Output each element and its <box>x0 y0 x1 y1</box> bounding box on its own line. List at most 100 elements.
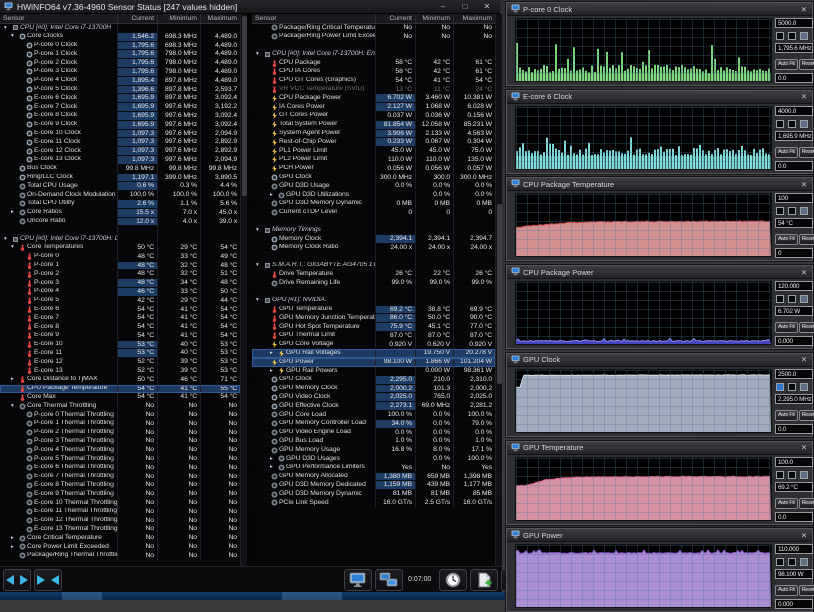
sensor-row[interactable]: PL1 Power Limit45.0 W45.0 W75.0 W <box>252 147 495 156</box>
sensor-row[interactable]: ▸Core Ratios15.5 x7.0 x45.0 x <box>0 209 240 218</box>
sensor-row[interactable]: GPU Temperature69.2 °C38.8 °C69.9 °C <box>252 306 495 315</box>
sensor-row[interactable]: P-core 4 Clock1,895.4 MHz897.8 MHz4,489.… <box>0 77 240 86</box>
sensor-row[interactable]: GT Cores Power0.037 W0.036 W0.156 W <box>252 112 495 121</box>
sensor-row[interactable]: E-core 13 Thermal ThrottlingNoNoNo <box>0 525 240 534</box>
sensor-row[interactable]: GPU Core Voltage0.920 V0.620 V0.920 V <box>252 341 495 350</box>
expand-caret[interactable]: ▾ <box>4 235 12 243</box>
sensor-row[interactable]: E-core 8 Thermal ThrottlingNoNoNo <box>0 481 240 490</box>
sensor-row[interactable]: GPU Clock300.0 MHz300.0 MHz300.0 MHz <box>252 174 495 183</box>
swap-panels-button[interactable] <box>3 569 31 591</box>
column-header[interactable]: Sensor <box>252 14 375 23</box>
maximize-button[interactable]: □ <box>456 2 474 11</box>
column-header[interactable]: Maximum <box>200 14 240 23</box>
column-header[interactable]: Sensor <box>0 14 117 23</box>
graph-titlebar[interactable]: E-core 6 Clock✕ <box>507 91 812 104</box>
graph-titlebar[interactable]: CPU Package Power✕ <box>507 266 812 279</box>
sensor-row[interactable]: P-core 3 Thermal ThrottlingNoNoNo <box>0 437 240 446</box>
sensor-row[interactable]: PCH Power0.056 W0.056 W0.057 W <box>252 165 495 174</box>
sensor-row[interactable]: Package/Ring Thermal ThrottlingNoNoNo <box>0 552 240 561</box>
graph-checkbox[interactable] <box>788 383 796 391</box>
close-icon[interactable]: ✕ <box>801 355 808 364</box>
scrollbar-left[interactable] <box>240 14 247 566</box>
close-icon[interactable]: ✕ <box>801 268 808 277</box>
graph-checkbox[interactable] <box>800 32 808 40</box>
sensor-row[interactable]: P-core 048 °C33 °C49 °C <box>0 253 240 262</box>
close-icon[interactable]: ✕ <box>801 443 808 452</box>
close-icon[interactable]: ✕ <box>801 92 808 101</box>
sensor-row[interactable]: GPU D3D Memory Dynamic0 MB0 MB0 MB <box>252 200 495 209</box>
auto-fit-button[interactable]: Auto Fit <box>775 147 798 158</box>
graph-checkbox[interactable] <box>800 120 808 128</box>
sensor-row[interactable]: GPU Hot Spot Temperature75.9 °C45.1 °C77… <box>252 323 495 332</box>
sensor-row[interactable]: Bus Clock99.8 MHz99.8 MHz99.8 MHz <box>0 165 240 174</box>
auto-fit-button[interactable]: Auto Fit <box>775 498 798 509</box>
graph-titlebar[interactable]: CPU Package Temperature✕ <box>507 178 812 191</box>
sensor-row[interactable]: GPU Video Engine Load0.0 %0.0 %0.0 % <box>252 429 495 438</box>
sensor-row[interactable]: P-core 2 Clock1,795.6 MHz798.0 MHz4,489.… <box>0 59 240 68</box>
sensor-row[interactable]: P-core 446 °C33 °C50 °C <box>0 288 240 297</box>
graph-titlebar[interactable]: GPU Temperature✕ <box>507 442 812 455</box>
sensor-row[interactable]: Memory Clock2,394.1 MHz2,394.1 MHz2,394.… <box>252 235 495 244</box>
sensor-row[interactable]: E-core 6 Thermal ThrottlingNoNoNo <box>0 464 240 473</box>
sensor-row[interactable]: P-core 248 °C32 °C51 °C <box>0 270 240 279</box>
sensor-row[interactable]: ▾Memory Timings <box>252 226 495 235</box>
expand-caret[interactable]: ▸ <box>270 455 278 463</box>
graph-checkbox[interactable] <box>776 207 784 215</box>
expand-caret[interactable]: ▾ <box>256 297 264 305</box>
sensor-row[interactable]: P-core 1 Thermal ThrottlingNoNoNo <box>0 420 240 429</box>
sensor-row[interactable]: Package/Ring Critical TemperatureNoNoNo <box>252 24 495 33</box>
sensor-row[interactable]: E-core 1252 °C39 °C53 °C <box>0 358 240 367</box>
sensor-row[interactable]: CPU GT Cores (Graphics)54 °C41 °C54 °C <box>252 77 495 86</box>
sensor-row[interactable]: P-core 5 Clock1,396.6 MHz897.8 MHz2,593.… <box>0 86 240 95</box>
column-header[interactable]: Maximum <box>453 14 495 23</box>
sensor-row[interactable]: E-core 9 Clock1,695.9 MHz997.6 MHz3,092.… <box>0 121 240 130</box>
sensor-row[interactable]: Total System Power81.854 W12.058 W85.231… <box>252 121 495 130</box>
sensor-row[interactable]: ▸GPU D3D Usages0.0 %100.0 % <box>252 455 495 464</box>
sensor-row[interactable]: Ring/LLC Clock1,197.1 MHz399.0 MHz3,890.… <box>0 174 240 183</box>
close-icon[interactable]: ✕ <box>801 180 808 189</box>
sensor-row[interactable]: ▾CPU [#0]: Intel Core i7-13700H: Enhance… <box>252 50 495 59</box>
expand-caret[interactable]: ▸ <box>270 349 278 357</box>
sensor-row[interactable]: Total CPU Utility2.6 %1.1 %5.6 % <box>0 200 240 209</box>
graph-checkbox[interactable] <box>788 471 796 479</box>
graph-checkbox[interactable] <box>800 383 808 391</box>
sensor-row[interactable]: GPU Bus Load1.0 %0.0 %1.0 % <box>252 437 495 446</box>
sensor-row[interactable]: ▸GPU Rail Voltages19.750 V20.278 V <box>252 349 495 358</box>
sensor-row[interactable]: Current cTDP Level000 <box>252 209 495 218</box>
sensor-row[interactable]: GPU Effective Clock2,273.1 MHz69.0 MHz2,… <box>252 402 495 411</box>
scrollbar-right[interactable] <box>495 14 502 566</box>
graph-checkbox[interactable] <box>776 120 784 128</box>
sensor-row[interactable]: E-core 8 Clock1,695.9 MHz997.6 MHz3,092.… <box>0 112 240 121</box>
sensor-row[interactable]: CPU Package Power6.702 W3.460 W10.381 W <box>252 94 495 103</box>
sensor-row[interactable]: E-core 9 Thermal ThrottlingNoNoNo <box>0 490 240 499</box>
sensor-row[interactable]: ▸GPU Rail Powers0.000 W98.361 W <box>252 367 495 376</box>
sensor-row[interactable]: P-core 0 Clock1,795.6 MHz698.3 MHz4,489.… <box>0 42 240 51</box>
sensor-row[interactable]: ▸Core Distance to TjMAX50 °C46 °C71 °C <box>0 376 240 385</box>
sensor-row[interactable]: P-core 1 Clock1,795.6 MHz798.0 MHz4,489.… <box>0 50 240 59</box>
sensor-row[interactable]: VR VCC Temperature (SVID)13 °C11 °C24 °C <box>252 86 495 95</box>
expand-caret[interactable]: ▸ <box>11 376 19 384</box>
sensor-row[interactable]: GPU Memory Controller Load34.0 %0.0 %79.… <box>252 420 495 429</box>
sensor-row[interactable]: E-core 1153 °C40 °C53 °C <box>0 349 240 358</box>
sensor-row[interactable]: CPU Package Temperature54 °C41 °C55 °C <box>0 385 240 394</box>
graph-checkbox[interactable] <box>776 558 784 566</box>
sensor-row[interactable]: E-core 1352 °C39 °C53 °C <box>0 367 240 376</box>
column-header[interactable]: Minimum <box>415 14 453 23</box>
sensor-row[interactable]: GPU D3D Usage0.0 %0.0 %0.0 % <box>252 182 495 191</box>
sensor-row[interactable]: GPU Memory Allocated1,380 MB659 MB1,398 … <box>252 473 495 482</box>
sensor-row[interactable]: P-core 5 Thermal ThrottlingNoNoNo <box>0 455 240 464</box>
graph-checkbox[interactable] <box>800 207 808 215</box>
auto-fit-button[interactable]: Auto Fit <box>775 322 798 333</box>
sensor-row[interactable]: P-core 348 °C34 °C48 °C <box>0 279 240 288</box>
sensor-row[interactable]: Drive Remaining Life99.0 %99.0 %99.0 % <box>252 279 495 288</box>
expand-caret[interactable]: ▸ <box>11 534 19 542</box>
sensor-row[interactable]: E-core 11 Clock1,097.3 MHz997.6 MHz2,892… <box>0 138 240 147</box>
sensor-row[interactable]: E-core 754 °C41 °C54 °C <box>0 314 240 323</box>
sensor-row[interactable]: E-core 854 °C41 °C54 °C <box>0 323 240 332</box>
close-icon[interactable]: ✕ <box>801 5 808 14</box>
expand-caret[interactable]: ▾ <box>11 33 19 41</box>
sensor-row[interactable]: GPU Core Load100.0 %0.0 %100.0 % <box>252 411 495 420</box>
sensor-row[interactable]: E-core 13 Clock1,097.3 MHz997.6 MHz2,094… <box>0 156 240 165</box>
desktop-monitor-button[interactable] <box>344 569 372 591</box>
sensor-row[interactable]: ▾Core Thermal ThrottlingNoNoNo <box>0 402 240 411</box>
